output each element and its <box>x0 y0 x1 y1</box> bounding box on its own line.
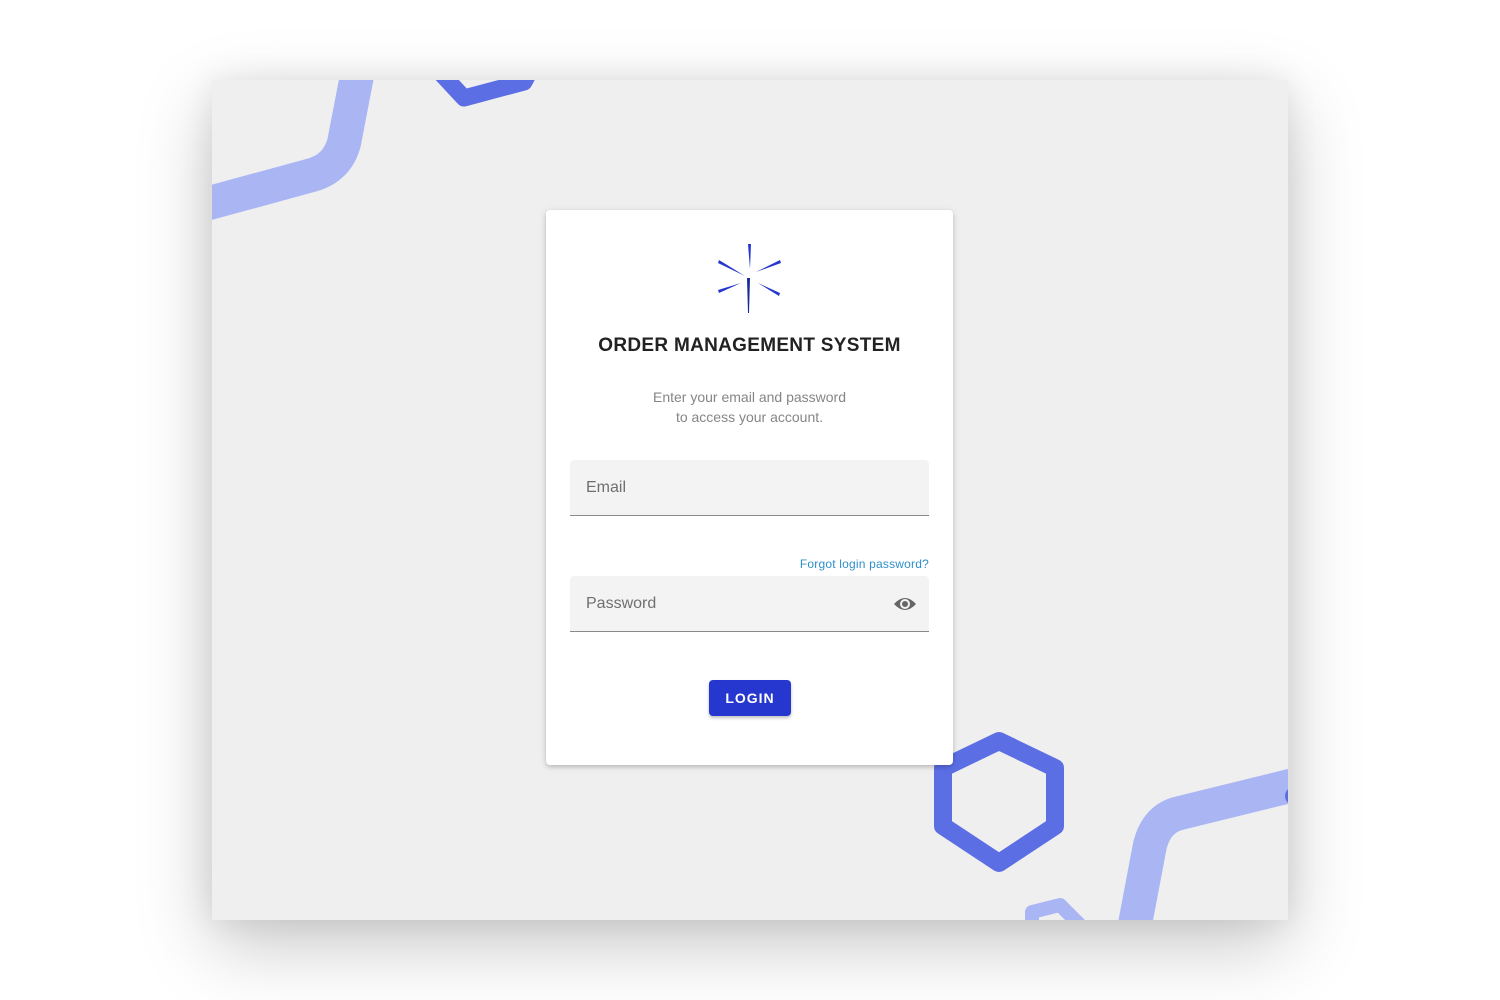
login-button[interactable]: LOGIN <box>709 680 791 716</box>
instructions-line-2: to access your account. <box>675 409 824 425</box>
decor-hexagon-top <box>435 80 535 107</box>
email-field-container <box>570 460 929 516</box>
starburst-logo-icon <box>718 244 781 313</box>
password-field-container <box>570 576 929 632</box>
password-field[interactable] <box>570 576 929 631</box>
decor-hexagon-bottom-fragment <box>1025 898 1085 920</box>
decor-band-top-left <box>212 80 374 220</box>
email-field[interactable] <box>570 460 929 515</box>
instructions-line-1: Enter your email and password <box>653 389 846 405</box>
login-card: ORDER MANAGEMENT SYSTEM Enter your email… <box>546 210 953 765</box>
page-title: ORDER MANAGEMENT SYSTEM <box>598 335 901 356</box>
login-instructions: Enter your email and password to access … <box>546 387 953 427</box>
forgot-password-link[interactable]: Forgot login password? <box>800 557 929 571</box>
eye-icon[interactable] <box>893 593 917 615</box>
app-window: ORDER MANAGEMENT SYSTEM Enter your email… <box>212 80 1288 920</box>
decor-band-bottom-right <box>1118 768 1288 920</box>
decor-hexagon-bottom <box>934 732 1064 872</box>
